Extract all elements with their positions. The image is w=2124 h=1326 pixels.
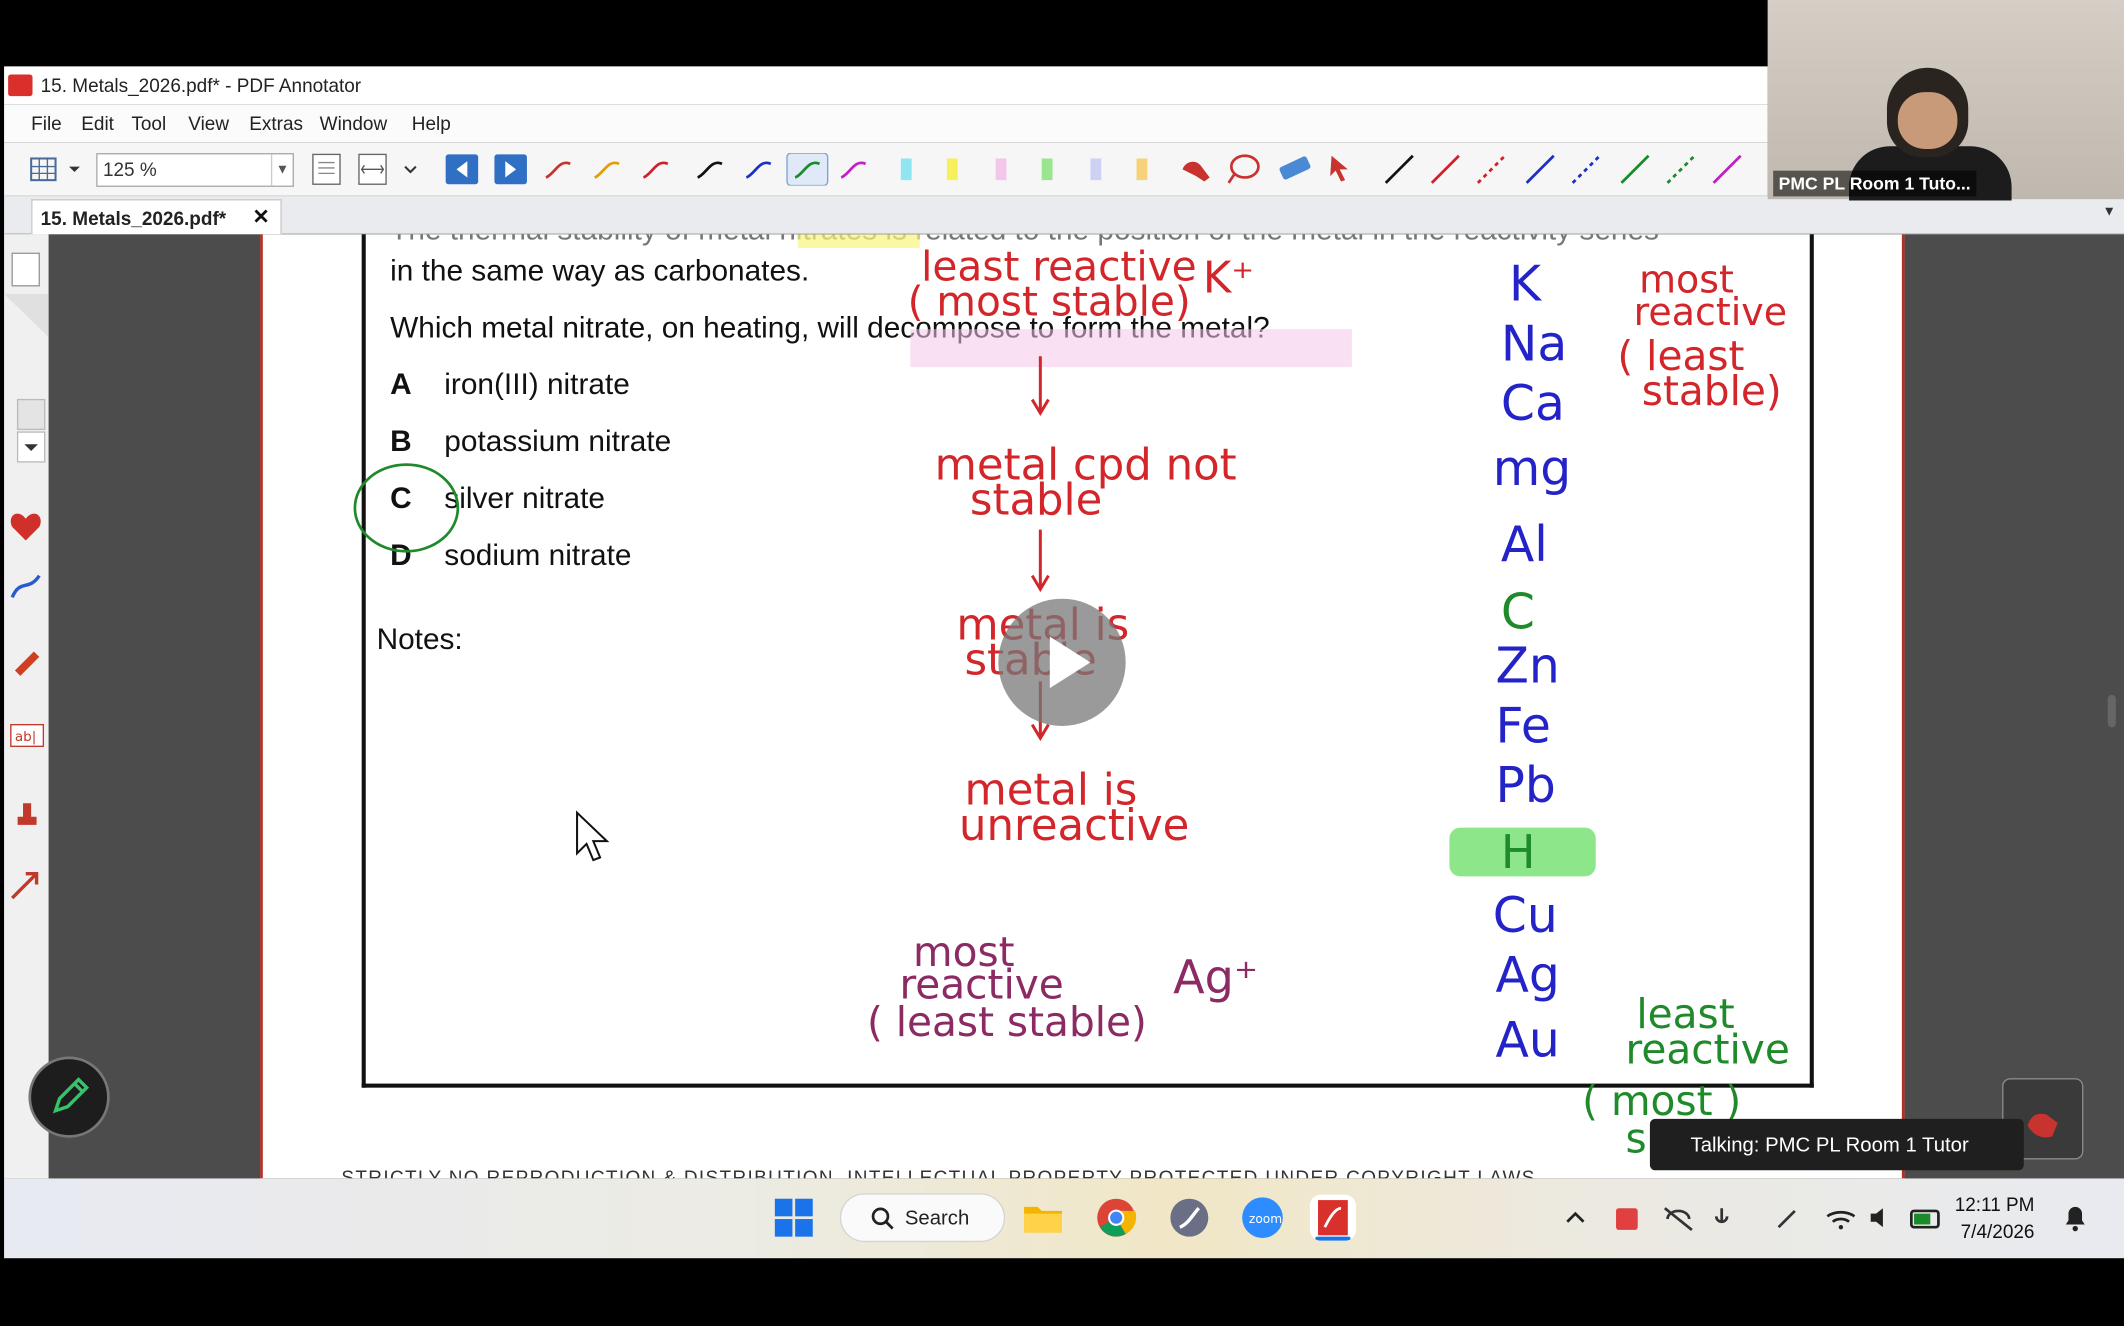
scroll-up-button[interactable] bbox=[16, 398, 46, 431]
video-play-button[interactable] bbox=[998, 598, 1126, 727]
annotation-stable-top: stable) bbox=[1641, 368, 1782, 416]
search-icon bbox=[871, 1207, 894, 1230]
menu-bar: File Edit Tool View Extras Window Help bbox=[4, 104, 1768, 143]
annotation-unreactive: unreactive bbox=[959, 799, 1190, 851]
participant-video-tile[interactable]: PMC PL Room 1 Tuto... bbox=[1767, 0, 2124, 201]
tab-metals-pdf[interactable]: 15. Metals_2026.pdf* ✕ bbox=[31, 199, 282, 235]
notification-bell-icon[interactable] bbox=[2060, 1203, 2090, 1233]
annotation-ag-ion: Ag⁺ bbox=[1173, 950, 1259, 1006]
window-title: 15. Metals_2026.pdf* - PDF Annotator bbox=[40, 74, 362, 97]
series-zn: Zn bbox=[1495, 639, 1560, 695]
menu-extras[interactable]: Extras bbox=[249, 112, 303, 134]
highlighter-tool-icon[interactable] bbox=[14, 651, 40, 676]
title-bar: 15. Metals_2026.pdf* - PDF Annotator bbox=[4, 66, 1768, 105]
play-icon bbox=[1049, 636, 1091, 689]
participant-name: PMC PL Room 1 Tuto... bbox=[1773, 170, 1977, 197]
arrow-tool-icon[interactable] bbox=[10, 871, 39, 900]
screen-letterbox-bottom bbox=[0, 1258, 2124, 1326]
series-h: H bbox=[1500, 826, 1536, 881]
line-tool-palette[interactable] bbox=[1380, 153, 1759, 186]
left-tool-strip: ab| bbox=[4, 234, 49, 1179]
menu-edit[interactable]: Edit bbox=[81, 112, 114, 134]
participant-face bbox=[1897, 92, 1958, 149]
annotation-reactive-top: reactive bbox=[1633, 289, 1788, 335]
annotation-stable: stable bbox=[969, 474, 1103, 526]
annotation-most-bottom: ( most ) bbox=[1582, 1078, 1742, 1126]
taskbar-search-box[interactable]: Search bbox=[839, 1193, 1006, 1243]
menu-file[interactable]: File bbox=[31, 112, 62, 134]
system-tray-icons[interactable] bbox=[1562, 1200, 1941, 1235]
app-disc-icon[interactable] bbox=[1166, 1195, 1212, 1241]
close-tab-icon[interactable]: ✕ bbox=[253, 205, 270, 229]
page-view-icons[interactable] bbox=[307, 153, 429, 186]
document-tab-bar: 15. Metals_2026.pdf* ✕ ▼ bbox=[4, 196, 2124, 235]
annotation-least-stable: ( least stable) bbox=[866, 999, 1147, 1048]
annotation-k-ion: K⁺ bbox=[1202, 251, 1255, 304]
pencil-icon bbox=[52, 1077, 90, 1114]
tab-label: 15. Metals_2026.pdf* bbox=[40, 207, 227, 229]
pdf-annotator-app-icon bbox=[8, 74, 33, 97]
favorites-heart-icon[interactable] bbox=[10, 513, 41, 541]
stamp-tool-icon[interactable] bbox=[17, 803, 37, 825]
menu-view[interactable]: View bbox=[188, 112, 229, 134]
series-cu: Cu bbox=[1492, 888, 1558, 945]
page-thumbnail-icon[interactable] bbox=[11, 252, 40, 287]
annotation-most-stable: ( most stable) bbox=[907, 279, 1191, 327]
windows-start-icon[interactable] bbox=[771, 1195, 817, 1241]
selection-tools[interactable] bbox=[1177, 153, 1364, 186]
mouse-cursor-icon bbox=[576, 810, 610, 862]
chrome-icon[interactable] bbox=[1093, 1195, 1139, 1241]
pen-tool-icon[interactable] bbox=[10, 574, 41, 599]
zoom-value: 125 % bbox=[102, 158, 157, 181]
vertical-scrollbar-thumb[interactable] bbox=[2107, 694, 2116, 728]
highlighter-palette[interactable] bbox=[893, 153, 1164, 186]
annotate-pen-button[interactable] bbox=[28, 1056, 110, 1138]
series-fe: Fe bbox=[1495, 698, 1551, 755]
series-pb: Pb bbox=[1495, 758, 1556, 815]
copyright-footer: STRICTLY NO REPRODUCTION & DISTRIBUTION.… bbox=[341, 1166, 1536, 1179]
zoom-app-icon[interactable]: zoom bbox=[1239, 1195, 1285, 1241]
clock-date: 7/4/2026 bbox=[1960, 1220, 2035, 1243]
tab-list-chevron-icon[interactable]: ▼ bbox=[2102, 205, 2115, 220]
series-na: Na bbox=[1500, 316, 1568, 373]
pdf-annotator-taskbar-icon[interactable] bbox=[1309, 1194, 1356, 1241]
toolbar: 125 % ▼ bbox=[4, 142, 1768, 197]
annotation-stable-bottom: s bbox=[1625, 1116, 1647, 1164]
menu-window[interactable]: Window bbox=[320, 112, 387, 134]
grid-layout-icon[interactable] bbox=[28, 153, 88, 186]
clock-time: 12:11 PM bbox=[1954, 1193, 2035, 1215]
search-label: Search bbox=[904, 1206, 970, 1230]
talking-indicator: Talking: PMC PL Room 1 Tutor bbox=[1649, 1118, 2024, 1171]
svg-text:zoom: zoom bbox=[1249, 1212, 1282, 1226]
zoom-level-select[interactable]: 125 % ▼ bbox=[96, 153, 294, 187]
series-au: Au bbox=[1495, 1013, 1560, 1069]
series-ag: Ag bbox=[1495, 948, 1560, 1004]
series-al: Al bbox=[1500, 517, 1548, 573]
talking-label: Talking: PMC PL Room 1 Tutor bbox=[1690, 1133, 1969, 1157]
windows-taskbar: Search zoom 12:11 PM 7/4/2026 bbox=[4, 1178, 2124, 1259]
series-mg: mg bbox=[1492, 441, 1572, 498]
series-c: C bbox=[1500, 585, 1535, 641]
series-k: K bbox=[1509, 257, 1542, 313]
pen-tool-palette[interactable] bbox=[540, 153, 876, 186]
series-ca: Ca bbox=[1500, 376, 1565, 433]
page-navigation-icons[interactable] bbox=[443, 153, 530, 186]
svg-text:ab|: ab| bbox=[15, 729, 36, 745]
taskbar-clock[interactable]: 12:11 PM 7/4/2026 bbox=[1955, 1191, 2035, 1245]
annotation-reactive-bottom: reactive bbox=[1625, 1026, 1790, 1075]
menu-tool[interactable]: Tool bbox=[131, 112, 166, 134]
chevron-down-icon: ▼ bbox=[270, 154, 293, 186]
menu-help[interactable]: Help bbox=[412, 112, 451, 134]
file-explorer-icon[interactable] bbox=[1020, 1195, 1066, 1241]
